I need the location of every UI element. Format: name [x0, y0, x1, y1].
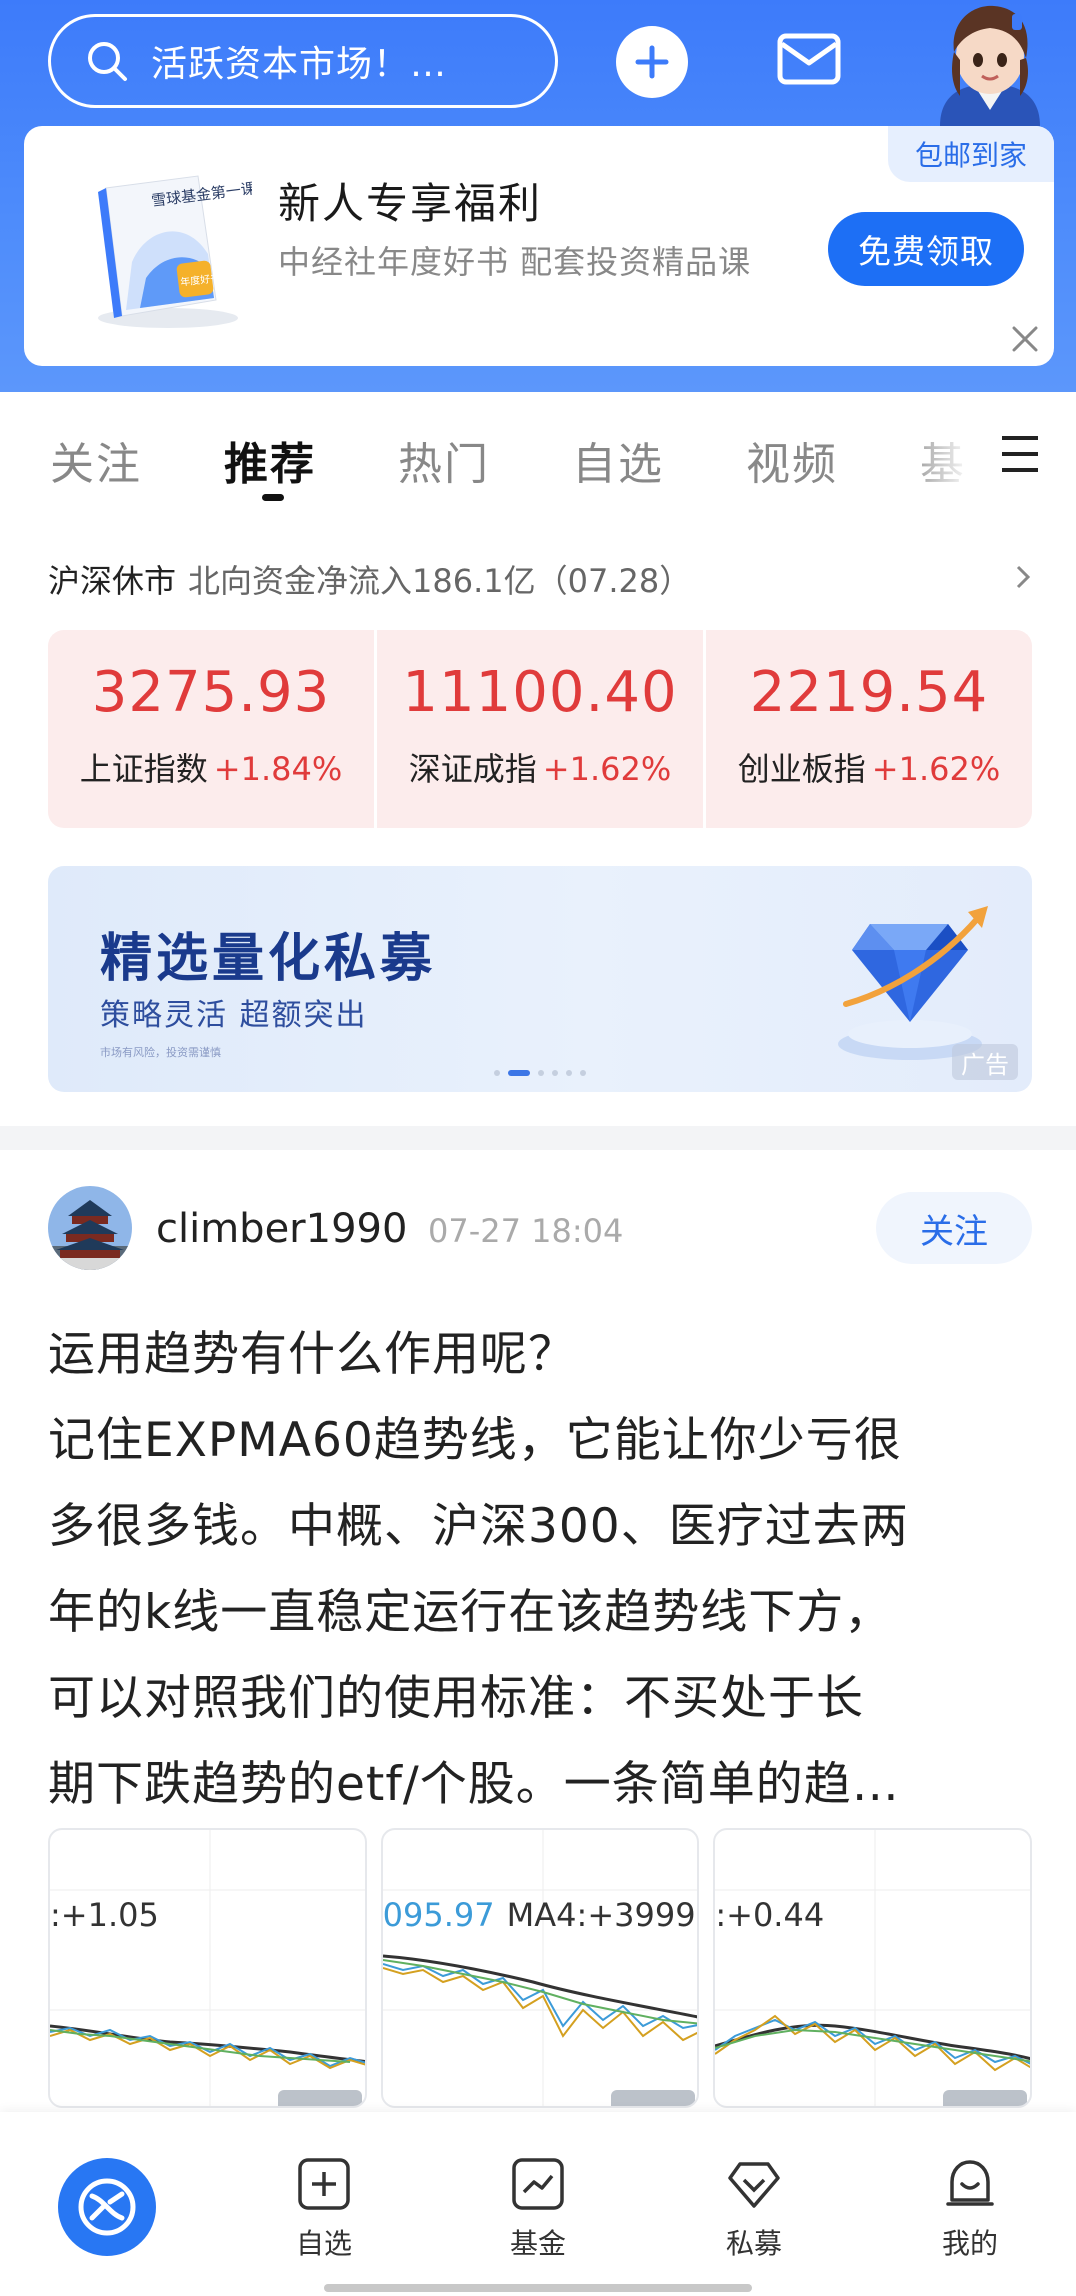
home-button[interactable] [58, 2158, 156, 2256]
feed-tabs: 关注 推荐 热门 自选 视频 基 [0, 392, 1076, 522]
index-name: 创业板指 [737, 750, 866, 788]
post-line: 年的k线一直稳定运行在该趋势线下方， [48, 1585, 893, 1640]
book-cover-image: 雪球基金第一课 年度好书 [76, 158, 257, 334]
market-status-row[interactable]: 沪深休市 北向资金净流入186.1亿（07.28） [48, 556, 691, 602]
post-username[interactable]: climber1990 [156, 1206, 407, 1252]
nav-watchlist[interactable]: 自选 [264, 2156, 384, 2266]
post-line: 可以对照我们的使用标准：不买处于长 [48, 1671, 864, 1726]
chevron-right-icon[interactable] [1012, 562, 1034, 592]
search-bar[interactable]: 活跃资本市场！… [48, 14, 558, 108]
ad-banner[interactable]: 精选量化私募 策略灵活 超额突出 市场有风险，投资需谨慎 广告 [48, 866, 1032, 1092]
tab-hot[interactable]: 热门 [398, 428, 490, 492]
plus-square-icon [298, 2158, 350, 2210]
carousel-dot[interactable] [566, 1070, 572, 1076]
index-change: +1.84% [213, 750, 343, 788]
search-icon [88, 42, 127, 81]
banner-fine-print: 市场有风险，投资需谨慎 [100, 1046, 221, 1059]
app-screen: 活跃资本市场！… 雪球基金第一课 年度好书 新人专享福利 中经社年度好书 配套投… [0, 0, 1076, 2296]
promo-desc: 中经社年度好书 配套投资精品课 [278, 243, 752, 281]
index-card[interactable]: 2219.54 创业板指 +1.62% [703, 630, 1032, 828]
carousel-dot[interactable] [552, 1070, 558, 1076]
mail-icon [777, 33, 841, 85]
chart-label: MA4:+3999. [506, 1896, 700, 1934]
tab-menu-button[interactable] [998, 432, 1042, 476]
chart-label: :+1.05 [50, 1896, 159, 1934]
post-image-thumbnail[interactable]: 095.97 MA4:+3999. [380, 1828, 700, 2108]
avatar[interactable] [48, 1186, 132, 1270]
index-panel: 3275.93 上证指数 +1.84% 11100.40 深证成指 +1.62% 2… [48, 630, 1032, 828]
chart-label: :+0.44 [715, 1896, 825, 1934]
long-image-badge [278, 2090, 362, 2106]
tab-watchlist[interactable]: 自选 [572, 428, 664, 492]
carousel-dots [48, 1070, 1032, 1076]
follow-button[interactable]: 关注 [876, 1192, 1032, 1264]
carousel-dot[interactable] [538, 1070, 544, 1076]
long-image-badge [943, 2090, 1028, 2106]
chart-label: 095.97 [382, 1896, 495, 1934]
post-image-thumbnail[interactable]: :+1.05 [48, 1828, 367, 2108]
post-timestamp: 07-27 18:04 [428, 1212, 624, 1250]
post-line: 多很多钱。中概、沪深300、医疗过去两 [48, 1499, 909, 1554]
index-value: 3275.93 [91, 660, 331, 725]
mail-button[interactable] [774, 30, 844, 90]
northbound-flow: 北向资金净流入186.1亿（07.28） [188, 562, 692, 600]
nav-private-fund[interactable]: 私募 [694, 2156, 814, 2266]
snowball-logo-icon [78, 2178, 136, 2236]
tab-recommend[interactable]: 推荐 [224, 428, 316, 492]
post-line: 记住EXPMA60趋势线，它能让你少亏很 [48, 1413, 902, 1468]
index-change: +1.62% [542, 750, 672, 788]
search-placeholder: 活跃资本市场！… [151, 44, 448, 85]
post-image-thumbnail[interactable]: :+0.44 [713, 1828, 1033, 2108]
nav-profile[interactable]: 我的 [910, 2156, 1030, 2266]
index-value: 11100.40 [402, 660, 678, 725]
tab-video[interactable]: 视频 [746, 428, 838, 492]
banner-subtitle: 策略灵活 超额突出 [100, 998, 368, 1033]
free-shipping-badge: 包邮到家 [888, 126, 1054, 182]
nav-label: 私募 [725, 2227, 782, 2260]
close-promo-button[interactable] [1008, 322, 1042, 356]
banner-headline: 精选量化私募 [100, 929, 437, 989]
post-line: 期下跌趋势的etf/个股。一条简单的趋… [48, 1757, 900, 1812]
promo-title: 新人专享福利 [278, 179, 543, 228]
menu-icon [1002, 436, 1038, 472]
tab-follow[interactable]: 关注 [50, 428, 142, 492]
assistant-avatar[interactable] [920, 0, 1060, 126]
index-change: +1.62% [871, 750, 1001, 788]
nav-label: 基金 [509, 2227, 566, 2260]
post-line: 运用趋势有什么作用呢？ [48, 1327, 576, 1382]
nav-fund[interactable]: 基金 [478, 2156, 598, 2266]
section-divider [0, 1126, 1076, 1150]
carousel-dot[interactable] [580, 1070, 586, 1076]
promo-card[interactable]: 雪球基金第一课 年度好书 新人专享福利 中经社年度好书 配套投资精品课 免费领取… [24, 126, 1054, 366]
add-button[interactable] [616, 26, 688, 98]
index-name: 深证成指 [408, 750, 537, 788]
bottom-nav: 自选 基金 私募 我的 [0, 2112, 1076, 2296]
chart-icon [512, 2158, 564, 2210]
header: 活跃资本市场！… 雪球基金第一课 年度好书 新人专享福利 中经社年度好书 配套投… [0, 0, 1076, 392]
long-image-badge [610, 2090, 695, 2106]
tab-fade [900, 392, 990, 522]
diamond-icon [728, 2162, 780, 2208]
claim-button[interactable]: 免费领取 [828, 212, 1024, 286]
post-images: :+1.05 095.97 MA4:+3999.:+0.44 [48, 1828, 1033, 2108]
index-card[interactable]: 3275.93 上证指数 +1.84% [48, 630, 374, 828]
index-card[interactable]: 11100.40 深证成指 +1.62% [374, 630, 703, 828]
carousel-dot-active[interactable] [508, 1070, 530, 1076]
user-icon [946, 2160, 994, 2206]
close-icon [1012, 326, 1038, 352]
market-status: 沪深休市 [48, 562, 177, 600]
nav-label: 自选 [295, 2227, 352, 2260]
home-indicator [324, 2284, 752, 2292]
plus-icon [635, 45, 669, 79]
nav-label: 我的 [941, 2227, 998, 2260]
carousel-dot[interactable] [494, 1070, 500, 1076]
active-tab-indicator [262, 494, 284, 501]
index-value: 2219.54 [749, 660, 989, 725]
post-content[interactable]: 运用趋势有什么作用呢？ 记住EXPMA60趋势线，它能让你少亏很 多很多钱。中概… [48, 1312, 1028, 1828]
index-name: 上证指数 [79, 750, 208, 788]
